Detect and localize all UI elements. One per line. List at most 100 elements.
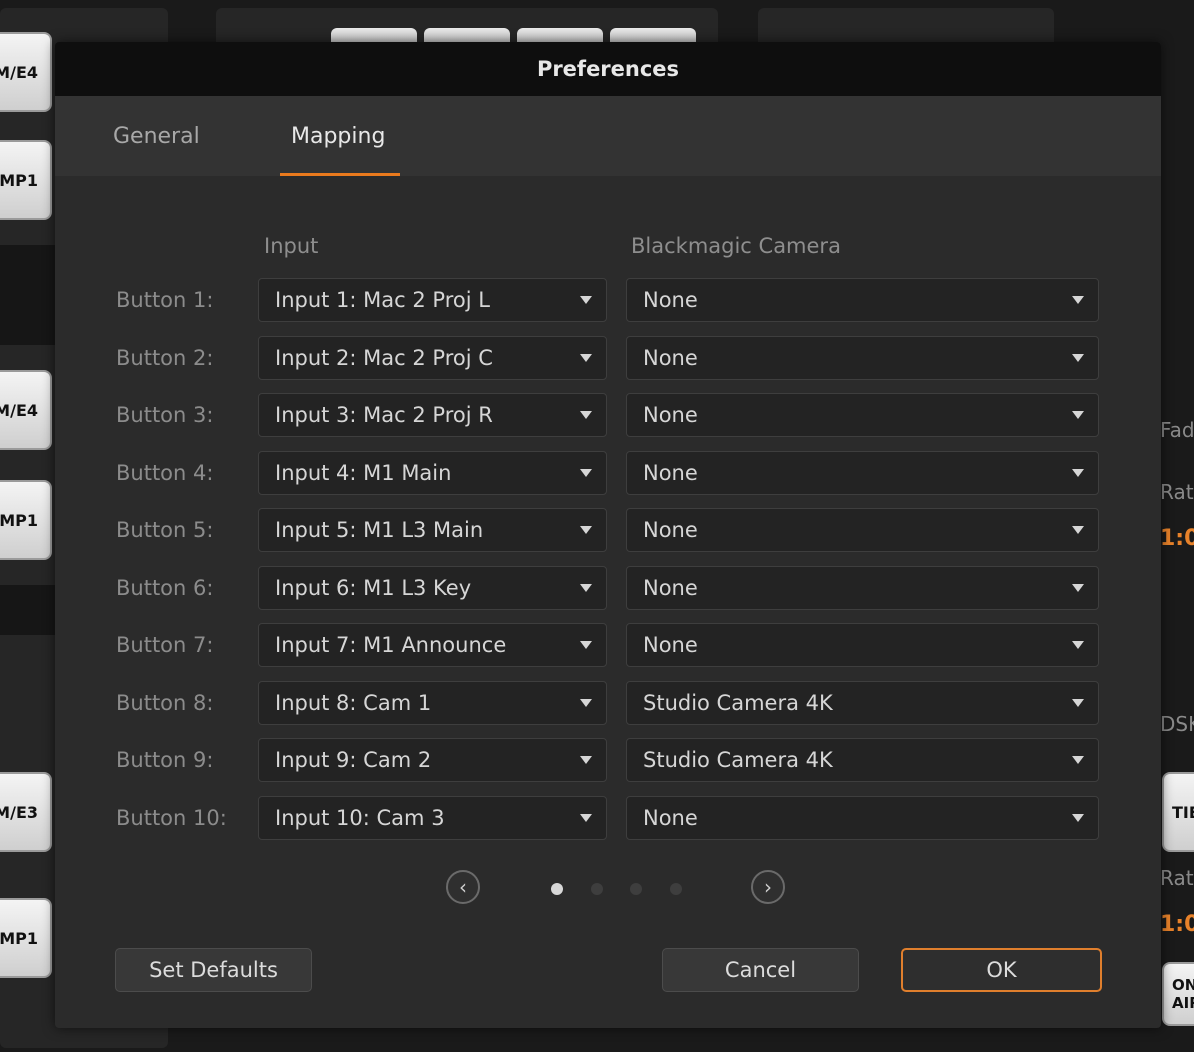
dropdown-arrow-icon [580,756,592,764]
ok-button[interactable]: OK [901,948,1102,992]
select-value: None [643,403,698,427]
input-select[interactable]: Input 9: Cam 2 [258,738,607,782]
select-value: Input 1: Mac 2 Proj L [275,288,490,312]
camera-select[interactable]: Studio Camera 4K [626,738,1099,782]
input-select[interactable]: Input 2: Mac 2 Proj C [258,336,607,380]
dropdown-arrow-icon [1072,756,1084,764]
input-select[interactable]: Input 7: M1 Announce [258,623,607,667]
row-label: Button 1: [116,288,214,312]
tab-bar: General Mapping [55,96,1161,176]
tab-mapping[interactable]: Mapping [291,124,385,149]
camera-select[interactable]: None [626,336,1099,380]
select-value: Input 2: Mac 2 Proj C [275,346,493,370]
select-value: Input 8: Cam 1 [275,691,432,715]
select-value: Input 7: M1 Announce [275,633,507,657]
camera-select[interactable]: None [626,566,1099,610]
select-value: Studio Camera 4K [643,748,833,772]
dropdown-arrow-icon [580,814,592,822]
background-label: Rat [1160,480,1194,504]
column-header-input: Input [264,234,319,258]
select-value: Input 10: Cam 3 [275,806,445,830]
dropdown-arrow-icon [1072,354,1084,362]
background-rate-value: 1:0 [1160,912,1194,937]
row-label: Button 5: [116,518,214,542]
select-value: None [643,576,698,600]
dropdown-arrow-icon [580,354,592,362]
background-bus-button[interactable]: MP1 [0,480,52,560]
dropdown-arrow-icon [580,526,592,534]
background-bus-button[interactable]: MP1 [0,898,52,978]
tab-general[interactable]: General [113,124,200,149]
cancel-button[interactable]: Cancel [662,948,859,992]
select-value: None [643,518,698,542]
select-value: Input 5: M1 L3 Main [275,518,484,542]
camera-select[interactable]: None [626,508,1099,552]
background-label: Fad [1160,418,1194,442]
input-select[interactable]: Input 3: Mac 2 Proj R [258,393,607,437]
dropdown-arrow-icon [1072,584,1084,592]
row-label: Button 10: [116,806,227,830]
dropdown-arrow-icon [580,469,592,477]
dropdown-arrow-icon [580,411,592,419]
camera-select[interactable]: None [626,393,1099,437]
background-bus-button[interactable]: M/E4 [0,32,52,112]
preferences-dialog: Preferences General Mapping Input Blackm… [55,42,1161,1028]
chevron-right-icon[interactable]: › [751,870,785,904]
column-header-camera: Blackmagic Camera [631,234,841,258]
camera-select[interactable]: None [626,278,1099,322]
background-label: DSK [1160,712,1194,736]
page-dot-4[interactable] [670,883,682,895]
page-dot-3[interactable] [630,883,642,895]
background-on-air-button[interactable]: ON AIR [1162,962,1194,1026]
select-value: Studio Camera 4K [643,691,833,715]
set-defaults-button[interactable]: Set Defaults [115,948,312,992]
dialog-title: Preferences [55,42,1161,96]
background-bus-button[interactable]: M/E3 [0,772,52,852]
dropdown-arrow-icon [1072,699,1084,707]
camera-select[interactable]: None [626,796,1099,840]
background-label: Rat [1160,866,1194,890]
input-select[interactable]: Input 1: Mac 2 Proj L [258,278,607,322]
background-rate-value: 1:0 [1160,526,1194,551]
camera-select[interactable]: None [626,623,1099,667]
dropdown-arrow-icon [1072,814,1084,822]
background-bus-button[interactable]: M/E4 [0,370,52,450]
page-dot-2[interactable] [591,883,603,895]
dropdown-arrow-icon [1072,526,1084,534]
row-label: Button 6: [116,576,214,600]
dropdown-arrow-icon [1072,296,1084,304]
dropdown-arrow-icon [1072,411,1084,419]
input-select[interactable]: Input 6: M1 L3 Key [258,566,607,610]
camera-select[interactable]: None [626,451,1099,495]
dropdown-arrow-icon [1072,469,1084,477]
select-value: Input 6: M1 L3 Key [275,576,472,600]
active-tab-indicator [280,173,400,176]
input-select[interactable]: Input 10: Cam 3 [258,796,607,840]
background-bus-button[interactable]: MP1 [0,140,52,220]
select-value: None [643,806,698,830]
select-value: Input 9: Cam 2 [275,748,432,772]
chevron-left-icon[interactable]: ‹ [446,870,480,904]
background-tie-button[interactable]: TIE [1162,772,1194,852]
row-label: Button 7: [116,633,214,657]
row-label: Button 8: [116,691,214,715]
select-value: None [643,288,698,312]
select-value: None [643,461,698,485]
dropdown-arrow-icon [1072,641,1084,649]
input-select[interactable]: Input 4: M1 Main [258,451,607,495]
row-label: Button 2: [116,346,214,370]
row-label: Button 3: [116,403,214,427]
page-dot-1[interactable] [551,883,563,895]
dropdown-arrow-icon [580,641,592,649]
select-value: None [643,346,698,370]
row-label: Button 9: [116,748,214,772]
input-select[interactable]: Input 8: Cam 1 [258,681,607,725]
camera-select[interactable]: Studio Camera 4K [626,681,1099,725]
input-select[interactable]: Input 5: M1 L3 Main [258,508,607,552]
row-label: Button 4: [116,461,214,485]
dropdown-arrow-icon [580,584,592,592]
dropdown-arrow-icon [580,296,592,304]
dropdown-arrow-icon [580,699,592,707]
select-value: Input 4: M1 Main [275,461,452,485]
select-value: Input 3: Mac 2 Proj R [275,403,493,427]
